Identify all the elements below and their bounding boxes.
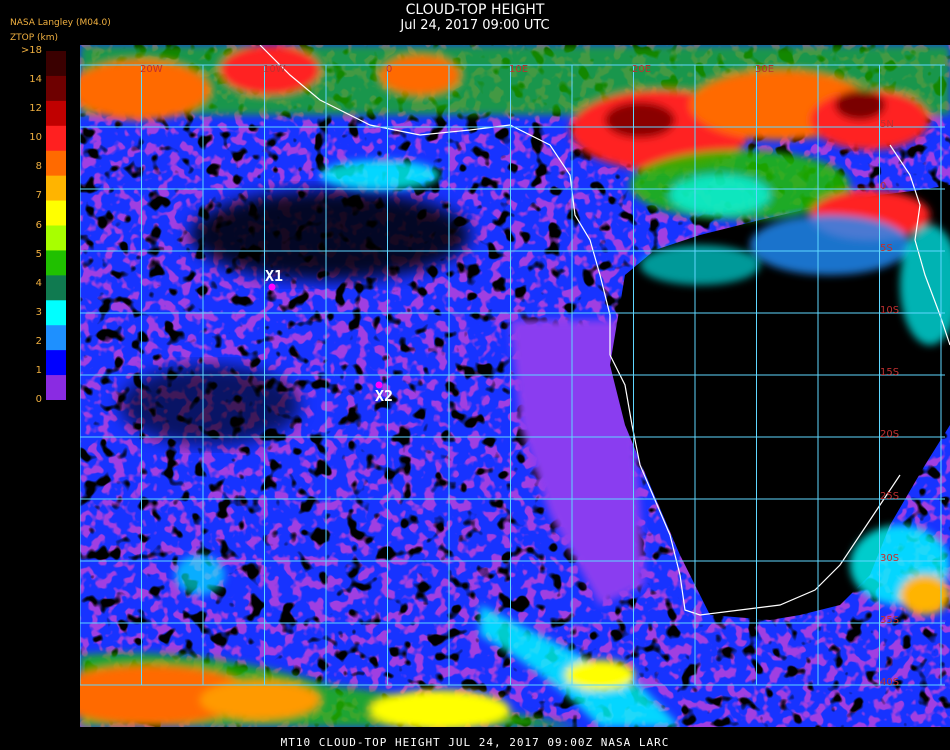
legend-tick-label: 12: [29, 103, 42, 115]
legend-swatch: [46, 125, 66, 152]
legend-tick-label: 5: [35, 248, 42, 260]
legend-color-bar: [46, 51, 66, 400]
legend-swatch: [46, 275, 66, 301]
legend-tick-label: 3: [35, 306, 42, 318]
legend-swatch: [46, 300, 66, 326]
latitude-label: 15S: [880, 367, 899, 378]
legend-tick-label: 1: [35, 364, 42, 376]
longitude-label: 30E: [755, 64, 774, 75]
legend-tick-label: 6: [35, 219, 42, 231]
marker-x2-label: X2: [375, 387, 394, 405]
legend-swatch: [46, 375, 66, 400]
legend-swatch: [46, 150, 66, 177]
latitude-label: 0: [880, 181, 886, 192]
legend-tick-label: 8: [35, 161, 42, 173]
longitude-label: 10W: [263, 64, 286, 75]
longitude-label: 10E: [509, 64, 528, 75]
legend-swatch: [46, 175, 66, 202]
source-label: NASA Langley (M04.0): [10, 18, 111, 28]
legend-tick-label: 7: [35, 190, 42, 202]
legend-swatch: [46, 250, 66, 276]
legend-swatch: [46, 100, 66, 127]
legend-tick-label: 0: [35, 394, 42, 405]
latitude-label: 35S: [880, 615, 899, 626]
legend-tick-label: 4: [35, 277, 42, 289]
latitude-label: 25S: [880, 491, 899, 502]
footer-caption: MT10 CLOUD-TOP HEIGHT JUL 24, 2017 09:00…: [280, 736, 670, 749]
map-datetime: Jul 24, 2017 09:00 UTC: [400, 18, 550, 33]
longitude-label: 20W: [140, 64, 163, 75]
legend-tick-label: >18: [20, 45, 42, 56]
legend-tick-label: 2: [35, 335, 42, 347]
legend-swatch: [46, 225, 66, 251]
latitude-label: 40S: [880, 677, 899, 688]
latitude-label: 5S: [880, 243, 893, 254]
legend-swatch: [46, 350, 66, 376]
legend-tick-label: 14: [29, 74, 42, 86]
latitude-label: 30S: [880, 553, 899, 564]
longitude-label: 20E: [632, 64, 651, 75]
legend-tick-label: 10: [29, 132, 42, 144]
legend-swatch: [46, 200, 66, 226]
legend-swatch: [46, 51, 66, 77]
longitude-label: 0: [386, 64, 392, 75]
units-label: ZTOP (km): [10, 33, 59, 43]
legend-swatch: [46, 325, 66, 351]
latitude-label: 20S: [880, 429, 899, 440]
legend-swatch: [46, 75, 66, 102]
latitude-label: 10S: [880, 305, 899, 316]
satellite-map[interactable]: 5N 0 5S 10S 15S 20S 25S 30S 35S 40S 20W 10W 0 10E 20E 3…: [80, 45, 950, 727]
latitude-label: 5N: [880, 119, 894, 130]
marker-x1-label: X1: [265, 267, 284, 285]
map-title: CLOUD-TOP HEIGHT: [405, 2, 545, 18]
